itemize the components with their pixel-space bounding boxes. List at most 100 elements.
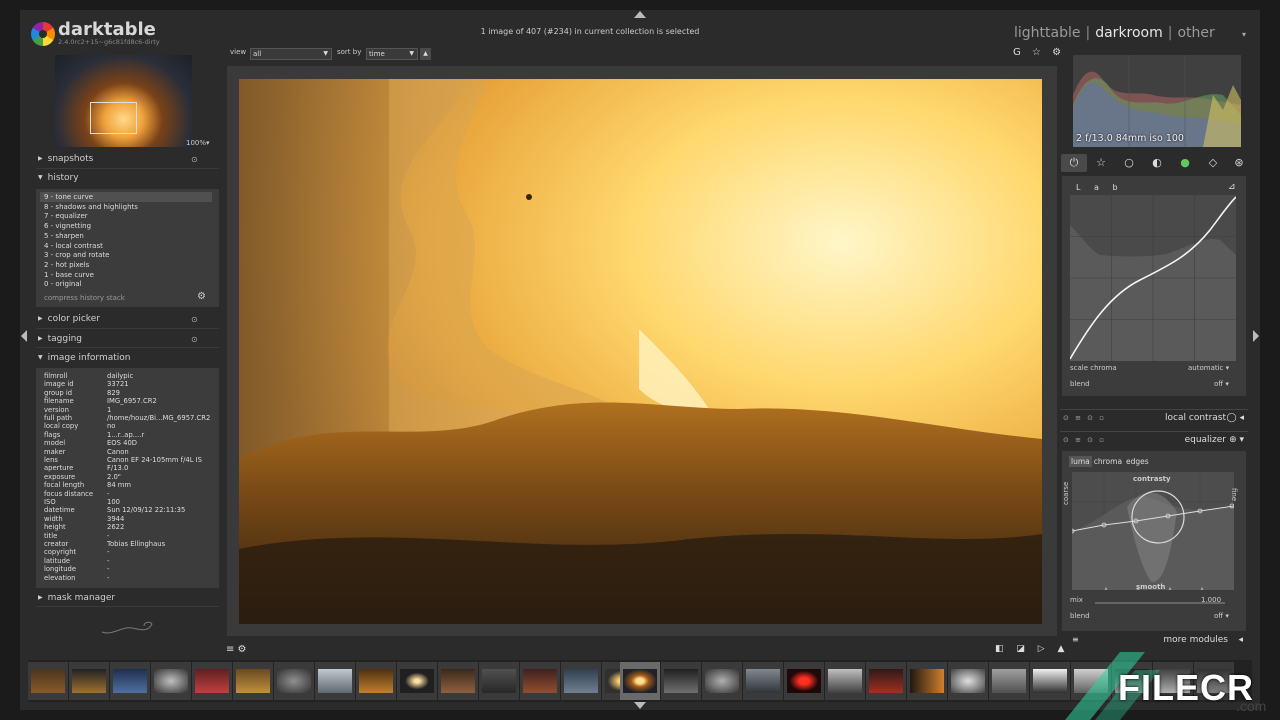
- bottom-left-toolbar-icons[interactable]: ≡ ⚙: [226, 644, 247, 655]
- filmstrip-thumb[interactable]: [233, 662, 273, 700]
- sort-direction-button[interactable]: ▲: [420, 48, 431, 60]
- snapshots-header[interactable]: ▶snapshots: [38, 154, 93, 164]
- tab-edges[interactable]: edges: [1124, 456, 1151, 467]
- local-contrast-toggle-icon[interactable]: ◯ ◂: [1227, 413, 1244, 423]
- filmstrip-thumb[interactable]: [989, 662, 1029, 700]
- history-item[interactable]: 9 - tone curve: [44, 193, 93, 201]
- watermark-domain: .com: [1236, 698, 1266, 714]
- filmstrip-thumb[interactable]: [110, 662, 150, 700]
- filmstrip-thumb[interactable]: [1030, 662, 1070, 700]
- bottom-right-toolbar-icons[interactable]: ◧ ◪ ▷ ▲: [995, 644, 1069, 654]
- filmstrip-thumb[interactable]: [825, 662, 865, 700]
- grouping-star-prefs-icons[interactable]: G ☆ ⚙: [1013, 47, 1065, 58]
- image-information-header[interactable]: ▼image information: [38, 353, 130, 363]
- correct-group-icon[interactable]: ◇: [1200, 154, 1226, 172]
- view-filter-select[interactable]: all▼: [250, 48, 332, 60]
- filmstrip-thumb[interactable]: [948, 662, 988, 700]
- history-item[interactable]: 1 - base curve: [44, 271, 94, 279]
- filmstrip-thumb[interactable]: [866, 662, 906, 700]
- local-contrast-module-header[interactable]: ⊙ ≡ ⊙ ▫ local contrast ◯ ◂: [1060, 409, 1248, 427]
- sort-by-select[interactable]: time▼: [366, 48, 418, 60]
- basic-group-icon[interactable]: ○: [1116, 154, 1142, 172]
- favorite-modules-group-icon[interactable]: ☆: [1088, 154, 1114, 172]
- equalizer-toggle-icon[interactable]: ⊕ ▾: [1229, 435, 1244, 445]
- equalizer-blend-select[interactable]: off ▾: [1214, 612, 1229, 620]
- top-panel-toggle-icon[interactable]: [634, 11, 646, 18]
- navigation-viewport-rect[interactable]: [90, 102, 137, 134]
- tab-chroma[interactable]: chroma: [1092, 456, 1124, 467]
- more-modules-label: more modules: [1163, 635, 1228, 645]
- mask-manager-header[interactable]: ▶mask manager: [38, 593, 115, 603]
- tab-luma[interactable]: luma: [1069, 456, 1092, 467]
- filmstrip-thumb[interactable]: [274, 662, 314, 700]
- compress-history-button[interactable]: compress history stack: [44, 294, 125, 302]
- history-item[interactable]: 3 - crop and rotate: [44, 251, 109, 259]
- filmstrip-thumb[interactable]: [661, 662, 701, 700]
- filmstrip-thumb[interactable]: [192, 662, 232, 700]
- filmstrip-thumb[interactable]: [397, 662, 437, 700]
- more-modules-expand-icon[interactable]: ◂: [1238, 635, 1243, 645]
- info-row: ISO100: [44, 498, 56, 506]
- history-label: history: [48, 173, 79, 183]
- active-modules-group-icon[interactable]: ⏻: [1061, 154, 1087, 172]
- divider: [36, 168, 219, 169]
- filmstrip-thumb[interactable]: [315, 662, 355, 700]
- history-item[interactable]: 2 - hot pixels: [44, 261, 89, 269]
- history-item[interactable]: 6 - vignetting: [44, 222, 91, 230]
- view-other[interactable]: other: [1177, 25, 1214, 41]
- filmstrip-thumb[interactable]: [702, 662, 742, 700]
- divider: [36, 347, 219, 348]
- equalizer-module-header[interactable]: ⊙ ≡ ⊙ ▫ equalizer ⊕ ▾: [1060, 431, 1248, 449]
- filmstrip-thumb[interactable]: [520, 662, 560, 700]
- tone-curve-channel-tabs[interactable]: L a b: [1076, 183, 1118, 192]
- tone-group-icon[interactable]: ◐: [1144, 154, 1170, 172]
- color-group-icon[interactable]: ●: [1172, 154, 1198, 172]
- filmstrip-thumb[interactable]: [69, 662, 109, 700]
- color-picker-icon[interactable]: ⊿: [1228, 182, 1236, 192]
- more-modules-row[interactable]: ≡ more modules ◂: [1060, 635, 1248, 649]
- filmstrip-thumb[interactable]: [151, 662, 191, 700]
- scale-chroma-select[interactable]: automatic ▾: [1188, 364, 1229, 372]
- edited-photo[interactable]: [239, 79, 1042, 624]
- filmstrip-thumb[interactable]: [479, 662, 519, 700]
- view-darkroom[interactable]: darkroom: [1095, 25, 1163, 41]
- equalizer-graph[interactable]: [1072, 472, 1234, 590]
- filmstrip-thumb[interactable]: [743, 662, 783, 700]
- filmstrip-thumb-selected[interactable]: [620, 662, 660, 700]
- filmstrip-thumb[interactable]: [356, 662, 396, 700]
- module-header-icons[interactable]: ⊙ ≡ ⊙ ▫: [1063, 436, 1106, 444]
- info-row: focus distance-: [44, 490, 93, 498]
- right-panel-toggle-icon[interactable]: [1253, 330, 1259, 342]
- style-create-icon[interactable]: ⚙: [197, 291, 206, 302]
- info-row: creatorTobias Ellinghaus: [44, 540, 68, 548]
- view-filter-label: view: [230, 48, 246, 56]
- color-picker-reset-icon[interactable]: ⊙: [191, 315, 198, 324]
- filmstrip-thumb[interactable]: [561, 662, 601, 700]
- info-row: local copyno: [44, 422, 78, 430]
- history-header[interactable]: ▼history: [38, 173, 79, 183]
- view-lighttable[interactable]: lighttable: [1014, 25, 1081, 41]
- module-header-icons[interactable]: ⊙ ≡ ⊙ ▫: [1063, 414, 1106, 422]
- filmstrip-thumb[interactable]: [784, 662, 824, 700]
- left-panel-toggle-icon[interactable]: [21, 330, 27, 342]
- snapshots-reset-icon[interactable]: ⊙: [191, 155, 198, 164]
- history-item[interactable]: 0 - original: [44, 280, 82, 288]
- color-picker-header[interactable]: ▶color picker: [38, 314, 100, 324]
- history-item[interactable]: 4 - local contrast: [44, 242, 103, 250]
- filmstrip-thumb[interactable]: [28, 662, 68, 700]
- bottom-panel-toggle-icon[interactable]: [634, 702, 646, 709]
- history-item[interactable]: 7 - equalizer: [44, 212, 88, 220]
- filmstrip-thumb[interactable]: [438, 662, 478, 700]
- views-menu-icon[interactable]: ▾: [1242, 30, 1246, 39]
- info-row: focal length84 mm: [44, 481, 84, 489]
- filmstrip-thumb[interactable]: [907, 662, 947, 700]
- history-item[interactable]: 8 - shadows and highlights: [44, 203, 138, 211]
- effect-group-icon[interactable]: ⊛: [1226, 154, 1252, 172]
- tone-curve-graph[interactable]: [1070, 195, 1236, 361]
- mix-value[interactable]: 1.000: [1201, 596, 1221, 604]
- tagging-header[interactable]: ▶tagging: [38, 334, 82, 344]
- history-item[interactable]: 5 - sharpen: [44, 232, 84, 240]
- tagging-reset-icon[interactable]: ⊙: [191, 335, 198, 344]
- tone-curve-blend-select[interactable]: off ▾: [1214, 380, 1229, 388]
- zoom-level[interactable]: 100%▾: [186, 139, 210, 147]
